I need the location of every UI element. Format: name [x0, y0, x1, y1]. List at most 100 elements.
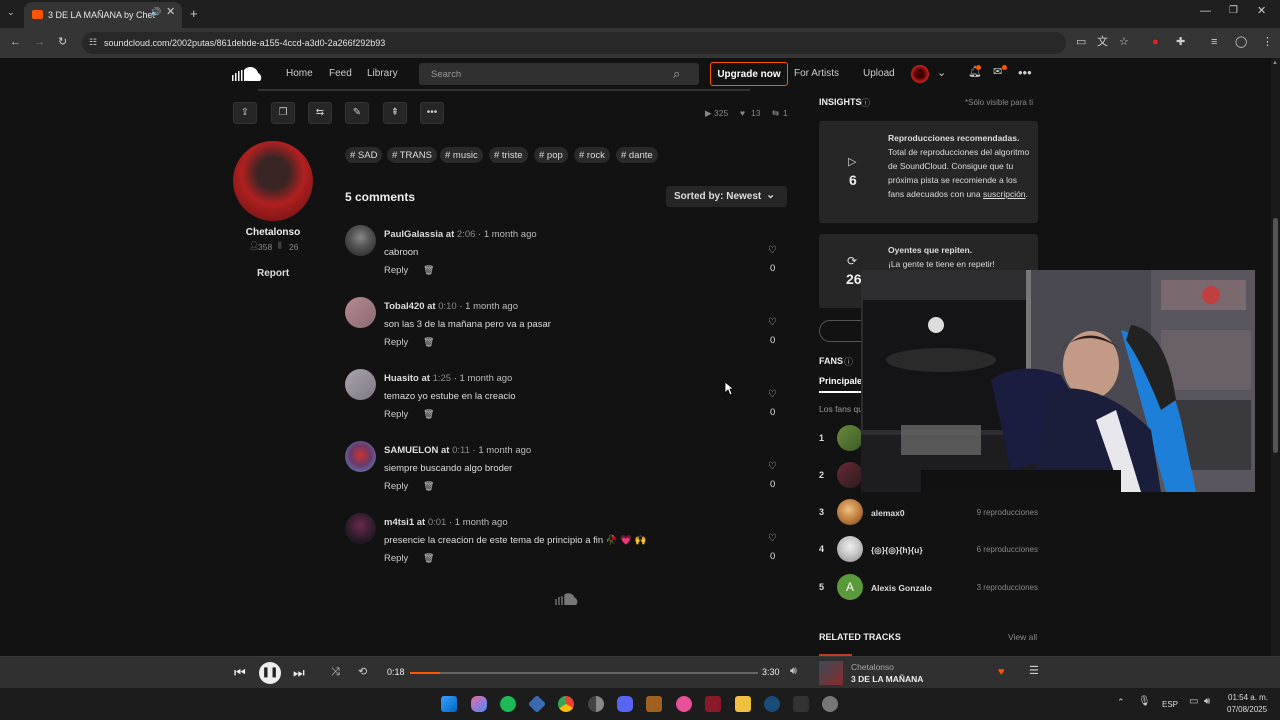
bookmark-star-icon[interactable]: ☆	[1119, 37, 1129, 48]
copilot-icon[interactable]	[471, 696, 487, 712]
search-input[interactable]: Search ⌕	[419, 63, 699, 85]
tab-list-icon[interactable]: ⌄	[7, 8, 15, 17]
steam-icon[interactable]	[764, 696, 780, 712]
tab-close-icon[interactable]: ✕	[166, 7, 175, 18]
reply-button[interactable]: Reply	[384, 553, 408, 564]
comment-user[interactable]: SAMUELON	[384, 445, 438, 456]
fan-avatar[interactable]	[837, 462, 863, 488]
now-playing-artwork[interactable]	[819, 661, 843, 685]
tag-music[interactable]: # music	[440, 147, 483, 163]
next-track-icon[interactable]: ⏭︎	[293, 666, 305, 679]
input-language[interactable]: ESP	[1162, 700, 1178, 709]
browser-menu-icon[interactable]: ⋮	[1262, 37, 1273, 48]
media-control-icon[interactable]: ≡	[1211, 37, 1217, 48]
messages-mail-icon[interactable]: ✉	[993, 67, 1002, 78]
upgrade-now-button[interactable]: Upgrade now	[710, 62, 788, 86]
comment-timestamp[interactable]: 0:10	[438, 301, 457, 312]
extension-red-icon[interactable]: ●	[1152, 37, 1159, 48]
heart-icon[interactable]: ♡	[768, 389, 777, 400]
heart-icon[interactable]: ♡	[768, 461, 777, 472]
nav-library[interactable]: Library	[367, 68, 398, 79]
now-playing-title[interactable]: 3 DE LA MAÑANA	[851, 674, 923, 684]
forward-icon[interactable]: →	[34, 37, 45, 48]
back-icon[interactable]: ←	[10, 37, 21, 48]
fan-avatar[interactable]	[837, 425, 863, 451]
app-dark-icon[interactable]	[793, 696, 809, 712]
view-all-link[interactable]: View all	[1008, 632, 1037, 642]
windows-start-icon[interactable]	[441, 696, 457, 712]
artist-name[interactable]: Chetalonso	[233, 227, 313, 238]
comment-avatar[interactable]	[345, 297, 376, 328]
report-button[interactable]: Report	[257, 268, 289, 279]
trash-icon[interactable]: 🗑︎	[423, 265, 434, 276]
info-icon[interactable]: ⓘ	[844, 355, 853, 368]
minimize-icon[interactable]: —	[1200, 6, 1211, 17]
spotify-icon[interactable]	[500, 696, 516, 712]
heart-icon[interactable]: ♡	[768, 317, 777, 328]
nav-home[interactable]: Home	[286, 68, 313, 79]
reply-button[interactable]: Reply	[384, 337, 408, 348]
tag-triste[interactable]: # triste	[489, 147, 528, 163]
trash-icon[interactable]: 🗑︎	[423, 481, 434, 492]
edit-button[interactable]: ✎	[345, 102, 369, 124]
clock-time[interactable]: 01:54 a. m.	[1228, 693, 1268, 702]
fan-name[interactable]: {◎}{◎}{h}{u}	[871, 545, 923, 556]
page-scrollbar[interactable]: ▲	[1271, 58, 1280, 656]
nav-upload[interactable]: Upload	[863, 68, 895, 79]
followers-count[interactable]: 358	[258, 242, 272, 252]
shuffle-icon[interactable]: ⤨	[331, 667, 340, 678]
app-pink-icon[interactable]	[676, 696, 692, 712]
chrome-icon[interactable]	[558, 696, 574, 712]
fan-avatar[interactable]	[837, 499, 863, 525]
file-explorer-icon[interactable]	[735, 696, 751, 712]
comment-user[interactable]: Tobal420	[384, 301, 424, 312]
promote-button[interactable]: ⇞	[383, 102, 407, 124]
nav-feed[interactable]: Feed	[329, 68, 352, 79]
volume-icon[interactable]: 🔊︎	[790, 666, 797, 677]
app-red-icon[interactable]	[705, 696, 721, 712]
fan-row[interactable]: 3 alemax0 9 reproducciones	[819, 499, 1038, 525]
network-icon[interactable]: ▭	[1189, 697, 1198, 707]
tag-trans[interactable]: # TRANS	[387, 147, 437, 163]
app-shield-icon[interactable]	[646, 696, 662, 712]
microphone-icon[interactable]: 🎙︎	[1138, 697, 1151, 707]
speaker-icon[interactable]: 🔊︎	[1204, 697, 1210, 707]
tray-chevron-up-icon[interactable]: ⌃	[1117, 698, 1125, 707]
soundcloud-logo-icon[interactable]	[232, 66, 266, 82]
heart-icon[interactable]: ♡	[768, 245, 777, 256]
now-playing-artist[interactable]: Chetalonso	[851, 662, 894, 672]
tag-dante[interactable]: # dante	[616, 147, 658, 163]
app-diamond-icon[interactable]	[527, 694, 547, 714]
info-icon[interactable]: ⓘ	[861, 96, 870, 109]
heart-icon[interactable]: ♡	[768, 533, 777, 544]
like-heart-icon[interactable]: ♥	[998, 667, 1005, 678]
tag-pop[interactable]: # pop	[534, 147, 568, 163]
new-tab-icon[interactable]: +	[190, 7, 198, 20]
fan-name[interactable]: Alexis Gonzalo	[871, 583, 932, 593]
comment-timestamp[interactable]: 0:11	[452, 445, 470, 456]
comment-avatar[interactable]	[345, 369, 376, 400]
url-input[interactable]: ☷ soundcloud.com/2002putas/861debde-a155…	[82, 32, 1066, 54]
comment-user[interactable]: Huasito	[384, 373, 419, 384]
previous-track-icon[interactable]: ⏮︎	[234, 666, 246, 679]
artist-avatar[interactable]	[233, 141, 313, 221]
reply-button[interactable]: Reply	[384, 265, 408, 276]
fan-avatar[interactable]	[837, 536, 863, 562]
search-icon[interactable]: ⌕	[673, 67, 680, 80]
more-actions-button[interactable]: •••	[420, 102, 444, 124]
tag-rock[interactable]: # rock	[574, 147, 610, 163]
subscription-link[interactable]: suscripción	[983, 189, 1026, 199]
trash-icon[interactable]: 🗑︎	[423, 337, 434, 348]
reply-button[interactable]: Reply	[384, 409, 408, 420]
reload-icon[interactable]: ↻	[58, 37, 67, 48]
comment-timestamp[interactable]: 0:01	[428, 517, 447, 528]
copy-link-button[interactable]: ❐	[271, 102, 295, 124]
sort-dropdown[interactable]: Sorted by: Newest ⌄	[666, 186, 787, 207]
fan-avatar[interactable]: A	[837, 574, 863, 600]
comment-timestamp[interactable]: 2:06	[457, 229, 476, 240]
comment-avatar[interactable]	[345, 225, 376, 256]
settings-gear-icon[interactable]	[822, 696, 838, 712]
site-info-icon[interactable]: ☷	[89, 38, 97, 47]
tracks-count[interactable]: 26	[289, 242, 298, 252]
nav-for-artists[interactable]: For Artists	[794, 68, 839, 79]
